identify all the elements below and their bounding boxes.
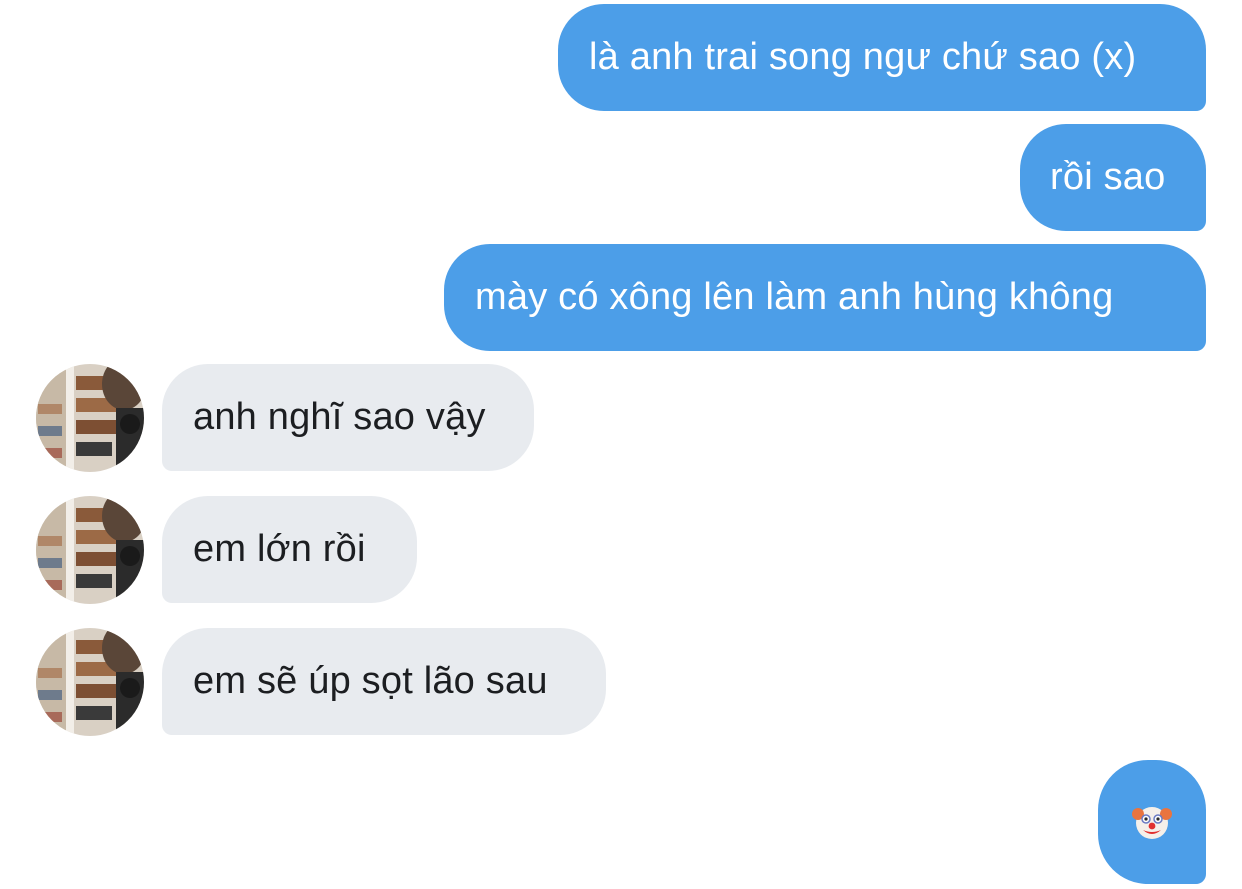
message-text: anh nghĩ sao vậy — [193, 396, 486, 438]
chat-thread: { "messages": [ {"from": "me", "text": "… — [0, 0, 1242, 889]
avatar[interactable] — [36, 364, 144, 472]
outgoing-message[interactable]: mày có xông lên làm anh hùng không — [444, 244, 1206, 351]
user-avatar-icon — [36, 496, 144, 604]
message-text: rồi sao — [1050, 156, 1166, 198]
outgoing-message[interactable]: là anh trai song ngư chứ sao (x) — [558, 4, 1206, 111]
message-text: em lớn rồi — [193, 528, 366, 570]
outgoing-message[interactable]: rồi sao — [1020, 124, 1206, 231]
avatar[interactable] — [36, 496, 144, 604]
user-avatar-icon — [36, 628, 144, 736]
avatar[interactable] — [36, 628, 144, 736]
incoming-message[interactable]: em lớn rồi — [162, 496, 417, 603]
message-text: em sẽ úp sọt lão sau — [193, 660, 548, 702]
clown-face-emoji-icon — [1132, 807, 1172, 839]
user-avatar-icon — [36, 364, 144, 472]
outgoing-emoji-message[interactable]: 🤡 — [1098, 760, 1206, 884]
incoming-message[interactable]: anh nghĩ sao vậy — [162, 364, 534, 471]
message-text: là anh trai song ngư chứ sao (x) — [589, 36, 1137, 78]
incoming-message[interactable]: em sẽ úp sọt lão sau — [162, 628, 606, 735]
message-text: mày có xông lên làm anh hùng không — [475, 276, 1114, 318]
